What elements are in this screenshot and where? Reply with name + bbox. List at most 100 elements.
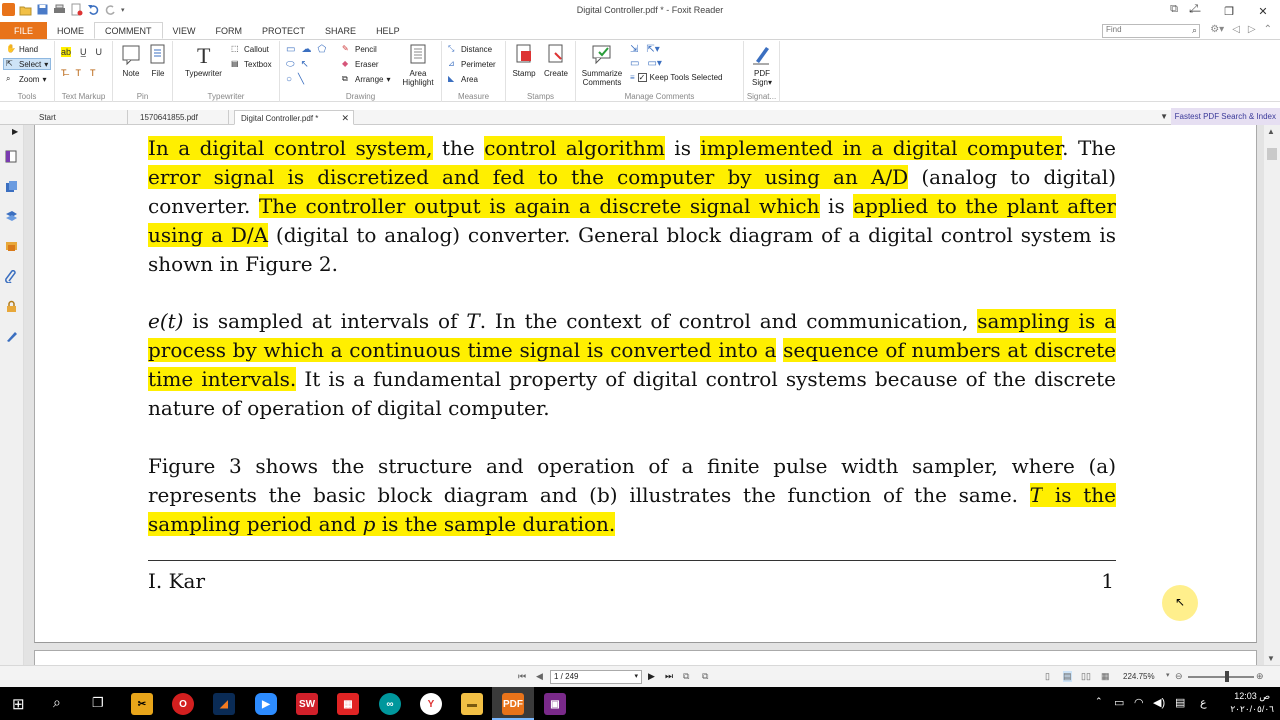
circle-icon[interactable]: ○ bbox=[286, 74, 292, 85]
squiggly-icon[interactable]: U bbox=[96, 47, 103, 57]
maximize-button[interactable]: ❐ bbox=[1212, 0, 1246, 22]
input-language[interactable]: ع bbox=[1200, 696, 1207, 709]
restore-layout-icon[interactable]: ⧉ bbox=[1170, 3, 1178, 16]
close-button[interactable]: ✕ bbox=[1246, 0, 1280, 22]
import-comments-icon[interactable]: ⇲ bbox=[630, 44, 638, 55]
taskbar-search-icon[interactable]: ⌕ bbox=[53, 694, 61, 711]
show-comments-icon[interactable]: ▭ bbox=[630, 58, 639, 69]
matlab-icon[interactable]: ◢ bbox=[213, 693, 235, 715]
expand-panel-icon[interactable]: ▶ bbox=[12, 127, 18, 136]
tab-list-dropdown-icon[interactable]: ▼ bbox=[1160, 112, 1168, 121]
windows-start-icon[interactable]: ⊞ bbox=[12, 695, 25, 713]
highlight-annotation[interactable]: control algorithm bbox=[484, 136, 665, 160]
ribbon-collapse-icon[interactable]: ⌃ bbox=[1264, 24, 1272, 35]
rectangle-icon[interactable]: ▭ bbox=[286, 44, 295, 55]
polygon-icon[interactable]: ⬠ bbox=[317, 44, 326, 55]
zoom-in-icon[interactable]: ⊕ bbox=[1256, 671, 1264, 682]
area-button[interactable]: ◣ Area bbox=[448, 74, 478, 84]
doc-tab-digital-controller[interactable]: Digital Controller.pdf * ✕ bbox=[234, 110, 354, 125]
next-page-icon[interactable]: ▶ bbox=[648, 671, 655, 682]
pencil-button[interactable]: ✎ Pencil bbox=[342, 44, 377, 54]
opera-icon[interactable]: O bbox=[172, 693, 194, 715]
arrange-button[interactable]: ⧉ Arrange ▾ bbox=[342, 74, 390, 84]
doc-tab-start[interactable]: Start bbox=[33, 110, 128, 125]
doc-tab-1570641855[interactable]: 1570641855.pdf bbox=[134, 110, 229, 125]
foxit-reader-icon[interactable]: PDF bbox=[502, 693, 524, 715]
file-explorer-icon[interactable]: ▬ bbox=[461, 693, 483, 715]
tab-help[interactable]: HELP bbox=[366, 22, 410, 39]
summarize-comments-button[interactable]: Summarize Comments bbox=[578, 43, 626, 87]
eraser-button[interactable]: ◆ Eraser bbox=[342, 59, 379, 69]
previous-view-icon[interactable]: ⧉ bbox=[683, 671, 689, 682]
highlight-annotation[interactable]: T bbox=[1029, 483, 1044, 507]
pdf-sign-button[interactable]: PDF Sign▾ bbox=[748, 43, 776, 87]
zoom-slider[interactable] bbox=[1188, 676, 1254, 678]
keep-tools-selected-checkbox[interactable]: ≡ ✓ Keep Tools Selected bbox=[630, 73, 722, 82]
hand-tool-button[interactable]: ✋ Hand bbox=[6, 44, 38, 54]
tab-file[interactable]: FILE bbox=[0, 22, 48, 39]
zoom-out-icon[interactable]: ⊖ bbox=[1175, 671, 1183, 682]
tab-home[interactable]: HOME bbox=[47, 22, 94, 39]
next-view-icon[interactable]: ⧉ bbox=[702, 671, 708, 682]
file-attach-button[interactable]: File bbox=[146, 43, 170, 78]
create-stamp-button[interactable]: Create bbox=[540, 43, 572, 78]
system-clock[interactable]: 12:03 ص ٢٠٢٠/٠٥/٠٦ bbox=[1230, 690, 1274, 716]
highlight-annotation[interactable]: error signal is discretized and fed to t… bbox=[148, 165, 909, 189]
replace-text-icon[interactable]: T bbox=[76, 68, 82, 78]
scrollbar-thumb[interactable] bbox=[1267, 148, 1277, 160]
minimize-button[interactable]: — bbox=[1178, 0, 1212, 22]
page-dropdown-icon[interactable]: ▾ bbox=[634, 671, 638, 683]
battery-icon[interactable]: ▭ bbox=[1114, 696, 1124, 709]
last-page-icon[interactable]: ⏭ bbox=[665, 671, 673, 682]
signatures-panel-icon[interactable] bbox=[5, 330, 18, 343]
distance-button[interactable]: ⤡ Distance bbox=[448, 44, 492, 54]
find-input[interactable]: Find ⌕ bbox=[1102, 24, 1200, 38]
task-view-icon[interactable]: ❐ bbox=[92, 695, 104, 711]
comments-panel-icon[interactable] bbox=[5, 240, 18, 253]
browser-icon[interactable]: Y bbox=[420, 693, 442, 715]
tray-overflow-icon[interactable]: ⌃ bbox=[1095, 696, 1103, 707]
page-number-input[interactable]: 1 / 249 ▾ bbox=[550, 670, 642, 684]
highlight-annotation[interactable]: p bbox=[362, 512, 376, 536]
close-tab-icon[interactable]: ✕ bbox=[341, 111, 349, 126]
export-comments-icon[interactable]: ⇱▾ bbox=[646, 44, 659, 55]
first-page-icon[interactable]: ⏮ bbox=[518, 671, 526, 682]
vertical-scrollbar[interactable]: ▲ ▼ bbox=[1264, 125, 1280, 665]
oval-icon[interactable]: ⬭ bbox=[286, 59, 295, 70]
popup-notes-icon[interactable]: ▭▾ bbox=[647, 58, 661, 69]
find-next-icon[interactable]: ▷ bbox=[1248, 24, 1256, 35]
note-button[interactable]: Note bbox=[119, 43, 143, 78]
search-icon[interactable]: ⌕ bbox=[1192, 25, 1197, 36]
highlight-annotation[interactable]: In a digital control system, bbox=[148, 136, 433, 160]
tab-view[interactable]: VIEW bbox=[163, 22, 206, 39]
presentation-app-icon[interactable]: ▣ bbox=[544, 693, 566, 715]
bookmarks-icon[interactable] bbox=[5, 150, 18, 163]
typewriter-button[interactable]: T Typewriter bbox=[181, 43, 226, 78]
stamp-button[interactable]: Stamp bbox=[510, 43, 538, 78]
strikeout-icon[interactable]: T̶ bbox=[61, 68, 67, 78]
wifi-icon[interactable]: ◠ bbox=[1134, 696, 1144, 709]
arrow-icon[interactable]: ↖ bbox=[301, 59, 309, 70]
taskbar-app-icon[interactable]: ✂ bbox=[131, 693, 153, 715]
layers-icon[interactable] bbox=[5, 210, 18, 223]
settings-gear-icon[interactable]: ⚙▾ bbox=[1210, 24, 1224, 35]
select-tool-button[interactable]: ⇱ Select ▾ bbox=[3, 58, 52, 70]
volume-icon[interactable]: ◀) bbox=[1153, 696, 1165, 709]
zoom-app-icon[interactable]: ▶ bbox=[255, 693, 277, 715]
notification-icon[interactable]: ▤ bbox=[1175, 696, 1185, 709]
area-highlight-button[interactable]: Area Highlight bbox=[398, 43, 438, 87]
zoom-level[interactable]: 224.75% bbox=[1123, 672, 1155, 681]
continuous-page-icon[interactable]: ▤ bbox=[1063, 671, 1072, 682]
facing-page-icon[interactable]: ▯▯ bbox=[1081, 671, 1091, 682]
tab-form[interactable]: FORM bbox=[206, 22, 253, 39]
solidworks-icon[interactable]: SW bbox=[296, 693, 318, 715]
line-icon[interactable]: ╲ bbox=[298, 74, 304, 85]
scroll-up-icon[interactable]: ▲ bbox=[1267, 127, 1275, 136]
attachments-icon[interactable] bbox=[5, 270, 18, 283]
scroll-down-icon[interactable]: ▼ bbox=[1267, 654, 1275, 663]
tab-share[interactable]: SHARE bbox=[315, 22, 366, 39]
app-icon[interactable]: ▦ bbox=[337, 693, 359, 715]
zoom-tool-button[interactable]: ⌕ Zoom ▾ bbox=[6, 74, 46, 84]
zoom-slider-thumb[interactable] bbox=[1225, 671, 1229, 682]
underline-icon[interactable]: U̲ bbox=[80, 47, 87, 57]
